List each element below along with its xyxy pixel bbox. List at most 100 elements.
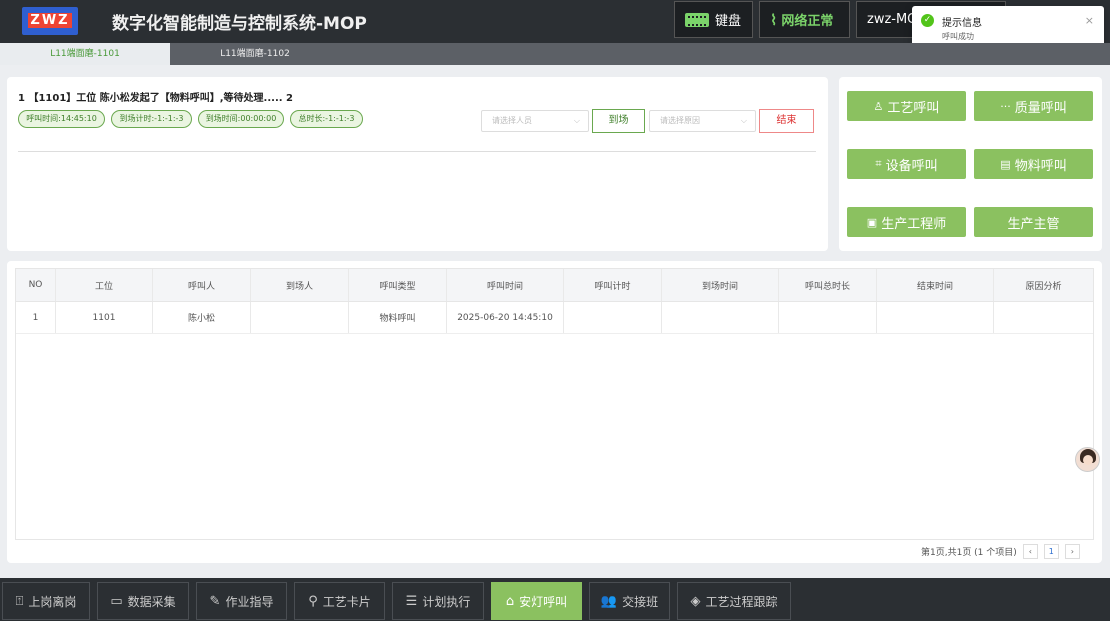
- nav-label: 安灯呼叫: [519, 594, 568, 609]
- column-header[interactable]: 呼叫计时: [564, 269, 662, 301]
- nav-andon-call[interactable]: ⌂ 安灯呼叫: [491, 582, 582, 620]
- briefcase-icon: ▣: [866, 215, 878, 229]
- check-circle-icon: ✓: [921, 14, 934, 27]
- person-select[interactable]: 请选择人员 ⌵: [481, 110, 589, 132]
- keyboard-icon: [685, 12, 709, 27]
- table-cell: [779, 302, 877, 333]
- edit-icon: ✎: [209, 593, 221, 609]
- tab-1102[interactable]: L11端面磨-1102: [170, 43, 340, 65]
- call-headline: 1 【1101】工位 陈小松发起了【物料呼叫】,等待处理..... 2: [18, 93, 293, 104]
- next-page-button[interactable]: ›: [1064, 543, 1080, 559]
- user-label: zwz-MO: [867, 12, 918, 27]
- table-row[interactable]: 1 1101 陈小松 物料呼叫 2025-06-20 14:45:10: [16, 302, 1093, 334]
- material-call-button[interactable]: ▤ 物料呼叫: [974, 149, 1093, 179]
- reason-select-placeholder: 请选择原因: [660, 116, 700, 125]
- column-header[interactable]: 呼叫总时长: [779, 269, 877, 301]
- column-header[interactable]: 结束时间: [877, 269, 994, 301]
- company-logo: ZWZ: [22, 7, 78, 35]
- craft-call-label: 工艺呼叫: [887, 100, 940, 116]
- end-button[interactable]: 结束: [759, 109, 814, 133]
- nav-label: 工艺卡片: [322, 594, 371, 609]
- chevron-down-icon: ⌵: [573, 116, 580, 125]
- call-buttons-panel: ♙ 工艺呼叫 ··· 质量呼叫 ⌗ 设备呼叫 ▤ 物料呼叫 ▣ 生产工程师 生产主管: [839, 77, 1102, 251]
- supervisor-call-button[interactable]: 生产主管: [974, 207, 1093, 237]
- monitor-icon: ▭: [110, 593, 123, 609]
- nav-label: 工艺过程跟踪: [705, 594, 778, 609]
- close-icon[interactable]: ×: [1085, 14, 1094, 27]
- nav-plan-execution[interactable]: ☰ 计划执行: [392, 582, 484, 620]
- material-call-label: 物料呼叫: [1014, 158, 1067, 174]
- page-1-button[interactable]: 1: [1043, 543, 1059, 559]
- table-cell: 物料呼叫: [349, 302, 447, 333]
- user-icon: ♙: [873, 99, 884, 113]
- network-status-label: 网络正常: [781, 14, 834, 29]
- keyboard-label: 键盘: [715, 14, 742, 29]
- column-header[interactable]: 原因分析: [994, 269, 1093, 301]
- table-cell: 1101: [56, 302, 153, 333]
- reason-select[interactable]: 请选择原因 ⌵: [649, 110, 756, 132]
- equipment-call-label: 设备呼叫: [885, 158, 938, 174]
- assistant-avatar[interactable]: [1075, 447, 1100, 472]
- arrive-button[interactable]: 到场: [592, 109, 645, 133]
- nav-data-collection[interactable]: ▭ 数据采集: [97, 582, 189, 620]
- nav-onduty[interactable]: ⍐ 上岗离岗: [2, 582, 90, 620]
- table-cell: [251, 302, 349, 333]
- bookmark-icon: ⌗: [875, 157, 882, 170]
- nav-craft-card[interactable]: ⚲ 工艺卡片: [294, 582, 385, 620]
- craft-call-button[interactable]: ♙ 工艺呼叫: [847, 91, 966, 121]
- table-cell: 1: [16, 302, 56, 333]
- logo-text: ZWZ: [28, 13, 72, 28]
- divider: [18, 151, 816, 152]
- column-header[interactable]: 到场人: [251, 269, 349, 301]
- quality-call-label: 质量呼叫: [1014, 100, 1067, 116]
- nav-label: 作业指导: [225, 594, 274, 609]
- tab-1101[interactable]: L11端面磨-1101: [0, 43, 170, 65]
- total-duration-badge: 总时长:-1:-1:-3: [290, 110, 363, 128]
- column-header[interactable]: 呼叫时间: [447, 269, 564, 301]
- bottom-navigation: ⍐ 上岗离岗 ▭ 数据采集 ✎ 作业指导 ⚲ 工艺卡片 ☰ 计划执行 ⌂ 安灯呼叫 👥 交接班…: [0, 578, 1110, 621]
- table-cell: [877, 302, 994, 333]
- nav-label: 交接班: [622, 594, 659, 609]
- keyboard-button[interactable]: 键盘: [674, 1, 753, 38]
- lamp-icon: ⌂: [505, 593, 515, 609]
- layers-icon: ◈: [690, 593, 701, 609]
- column-header[interactable]: NO: [16, 269, 56, 301]
- quality-call-button[interactable]: ··· 质量呼叫: [974, 91, 1093, 121]
- equipment-call-button[interactable]: ⌗ 设备呼叫: [847, 149, 966, 179]
- call-records-panel: NO 工位 呼叫人 到场人 呼叫类型 呼叫时间 呼叫计时 到场时间 呼叫总时长 …: [7, 261, 1102, 563]
- workstation-tabs: L11端面磨-1101 L11端面磨-1102: [0, 43, 1110, 65]
- call-records-table: NO 工位 呼叫人 到场人 呼叫类型 呼叫时间 呼叫计时 到场时间 呼叫总时长 …: [15, 268, 1094, 540]
- pagination: 第1页,共1页 (1 个项目) ‹ 1 ›: [921, 543, 1080, 559]
- column-header[interactable]: 呼叫类型: [349, 269, 447, 301]
- table-cell: [564, 302, 662, 333]
- flow-icon: ⚲: [308, 593, 318, 609]
- nav-shift-handover[interactable]: 👥 交接班: [589, 582, 670, 620]
- pagination-summary: 第1页,共1页 (1 个项目): [921, 547, 1017, 558]
- supervisor-call-label: 生产主管: [1007, 216, 1060, 232]
- more-icon: ···: [1000, 99, 1011, 113]
- nav-label: 计划执行: [422, 594, 471, 609]
- nav-label: 上岗离岗: [28, 594, 77, 609]
- toast-title: 提示信息: [942, 18, 982, 29]
- document-icon: ▤: [1000, 157, 1011, 171]
- nav-process-tracking[interactable]: ◈ 工艺过程跟踪: [677, 582, 791, 620]
- column-header[interactable]: 工位: [56, 269, 153, 301]
- nav-label: 数据采集: [127, 594, 176, 609]
- column-header[interactable]: 呼叫人: [153, 269, 251, 301]
- engineer-call-button[interactable]: ▣ 生产工程师: [847, 207, 966, 237]
- toast-message: 呼叫成功: [942, 32, 974, 41]
- engineer-call-label: 生产工程师: [881, 216, 947, 232]
- active-call-panel: 1 【1101】工位 陈小松发起了【物料呼叫】,等待处理..... 2 呼叫时间…: [7, 77, 828, 251]
- table-cell: [662, 302, 779, 333]
- table-cell: [994, 302, 1093, 333]
- list-icon: ☰: [405, 593, 418, 609]
- table-cell: 陈小松: [153, 302, 251, 333]
- users-icon: 👥: [600, 593, 618, 609]
- nav-work-guide[interactable]: ✎ 作业指导: [196, 582, 287, 620]
- column-header[interactable]: 到场时间: [662, 269, 779, 301]
- wifi-icon: ⌇: [770, 10, 778, 29]
- network-status-button[interactable]: ⌇ 网络正常: [759, 1, 850, 38]
- call-time-badge: 呼叫时间:14:45:10: [18, 110, 105, 128]
- prev-page-button[interactable]: ‹: [1022, 543, 1038, 559]
- app-title: 数字化智能制造与控制系统-MOP: [112, 14, 367, 34]
